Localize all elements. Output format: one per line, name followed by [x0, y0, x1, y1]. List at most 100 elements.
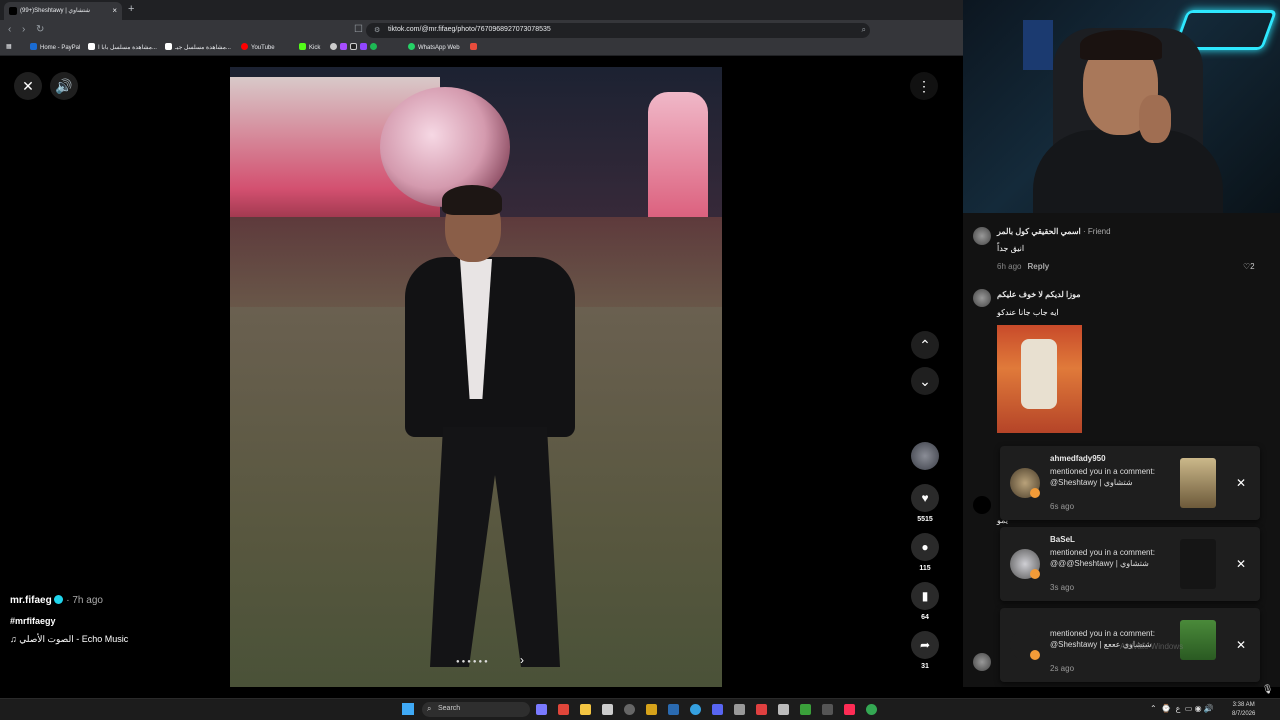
share-count: 31: [921, 663, 929, 670]
carousel-dots[interactable]: ●●●●●●: [456, 659, 490, 665]
bookmark-youtube[interactable]: YouTube: [241, 43, 275, 51]
comment-author[interactable]: اسمي الحقيقي كول بالمر · Friend: [997, 227, 1111, 236]
bookmark-kick[interactable]: Kick: [299, 43, 320, 51]
close-notification-icon[interactable]: ✕: [1236, 476, 1246, 490]
comment-avatar[interactable]: [973, 653, 991, 671]
app-icon[interactable]: [800, 704, 811, 715]
app-icon[interactable]: [822, 704, 833, 715]
bookmark-series-2[interactable]: مشاهدة مسلسل جيـ...: [165, 43, 231, 51]
comment-avatar[interactable]: [973, 227, 991, 245]
post-author[interactable]: mr.fifaeg · 7h ago: [10, 595, 103, 606]
taskbar-search[interactable]: ⌕ Search: [422, 702, 530, 717]
comment-meta: 6h ago Reply: [997, 262, 1049, 271]
bookmark-paypal[interactable]: Home - PayPal: [30, 43, 80, 51]
zoom-icon[interactable]: ⌕: [862, 25, 866, 35]
copilot-icon[interactable]: [536, 704, 547, 715]
app-icon[interactable]: [734, 704, 745, 715]
tiktok-badge-icon: [1030, 569, 1040, 579]
close-notification-icon[interactable]: ✕: [1236, 557, 1246, 571]
youtube-icon: [241, 43, 248, 50]
address-bar[interactable]: ⚙ tiktok.com/@mr.fifaeg/photo/7670968927…: [366, 23, 870, 38]
previous-post-icon[interactable]: ⌃: [911, 331, 939, 359]
tiktok-favicon-icon: [9, 7, 17, 15]
author-username[interactable]: mr.fifaeg: [10, 595, 52, 606]
bookmark-page-icon[interactable]: ☐: [354, 24, 363, 35]
notification-toast[interactable]: ahmedfady950 mentioned you in a comment:…: [1000, 446, 1260, 520]
next-post-icon[interactable]: ⌄: [911, 367, 939, 395]
file-explorer-icon[interactable]: [580, 704, 591, 715]
notification-thumbnail: [1180, 620, 1216, 660]
page-icon: [165, 43, 172, 50]
taskbar-clock[interactable]: 3:38 AM 8/7/2026: [1232, 701, 1255, 719]
comment-avatar[interactable]: [973, 289, 991, 307]
tab-title: (99+)Sheshtawy | شتشاوي: [20, 8, 91, 14]
site-info-icon[interactable]: ⚙: [374, 26, 380, 34]
clock-time: 3:38 AM: [1232, 702, 1255, 708]
comment-image[interactable]: [997, 325, 1082, 433]
post-hashtag[interactable]: #mrfifaegy: [10, 616, 56, 626]
post-music[interactable]: ♫ الصوت الأصلي - Echo Music: [10, 634, 128, 645]
page-icon: [88, 43, 95, 50]
windows-start-icon[interactable]: [402, 703, 414, 715]
apps-icon[interactable]: ▦: [6, 43, 12, 50]
close-notification-icon[interactable]: ✕: [1236, 638, 1246, 652]
save-count: 64: [921, 614, 929, 621]
reload-icon[interactable]: ↻: [36, 24, 44, 35]
discord-icon[interactable]: [712, 704, 723, 715]
author-avatar[interactable]: [911, 442, 939, 470]
save-action[interactable]: ▮ 64: [911, 582, 939, 621]
comment-action[interactable]: ● 115: [911, 533, 939, 572]
heart-icon[interactable]: ♥: [911, 484, 939, 512]
chrome-icon[interactable]: [866, 704, 877, 715]
new-tab-icon[interactable]: +: [128, 3, 134, 15]
comment-author[interactable]: موزا لديكم لا خوف عليكم: [997, 290, 1081, 299]
browser-tab[interactable]: (99+)Sheshtawy | شتشاوي ×: [4, 2, 122, 20]
comment-icon[interactable]: ●: [911, 533, 939, 561]
browser-toolbar: ‹ › ↻ ☐ ⚙ tiktok.com/@mr.fifaeg/photo/76…: [0, 20, 963, 54]
volume-icon[interactable]: 🔊: [50, 72, 78, 100]
clock-date: 8/7/2026: [1232, 711, 1256, 717]
notification-user: BaSeL: [1050, 535, 1075, 544]
streamer-hand: [1139, 95, 1171, 143]
close-viewer-icon[interactable]: ✕: [14, 72, 42, 100]
app-icon[interactable]: [756, 704, 767, 715]
spotify-icon: [370, 43, 377, 50]
discord-icon: [360, 43, 367, 50]
comment-avatar[interactable]: [973, 496, 991, 514]
forward-icon[interactable]: ›: [22, 24, 25, 35]
bookmark-whatsapp[interactable]: WhatsApp Web: [408, 43, 460, 51]
bookmark-icon[interactable]: ▮: [911, 582, 939, 610]
notification-thumbnail: [1180, 458, 1216, 508]
music-title[interactable]: الصوت الأصلي - Echo Music: [19, 634, 128, 644]
share-icon[interactable]: ➦: [911, 631, 939, 659]
microphone-icon[interactable]: 🎙: [1262, 684, 1273, 695]
streamer-webcam: [963, 0, 1280, 213]
comment-like[interactable]: ♡2: [1243, 262, 1255, 271]
notification-body: mentioned you in a comment: @@@Sheshtawy…: [1050, 548, 1155, 568]
bookmark-misc[interactable]: [470, 43, 480, 51]
app-icon[interactable]: [778, 704, 789, 715]
post-photo[interactable]: ●●●●●● ›: [230, 67, 722, 687]
bookmark-icon: [470, 43, 477, 50]
close-tab-icon[interactable]: ×: [112, 6, 117, 15]
next-photo-icon[interactable]: ›: [520, 653, 524, 667]
steam-icon[interactable]: [668, 704, 679, 715]
notification-toast[interactable]: BaSeL mentioned you in a comment: @@@She…: [1000, 527, 1260, 601]
store-icon[interactable]: [602, 704, 613, 715]
streamer-torso: [1033, 130, 1223, 213]
like-action[interactable]: ♥ 5515: [911, 484, 939, 523]
brave-icon[interactable]: [558, 704, 569, 715]
settings-icon[interactable]: [624, 704, 635, 715]
share-action[interactable]: ➦ 31: [911, 631, 939, 670]
language-indicator[interactable]: ع: [1176, 704, 1181, 713]
tiktok-icon[interactable]: [844, 704, 855, 715]
bookmark-series-1[interactable]: مشاهدة مسلسل بابا ا...: [88, 43, 157, 51]
notification-time: 2s ago: [1050, 664, 1075, 673]
reply-button[interactable]: Reply: [1027, 262, 1049, 271]
bookmark-misc-icons[interactable]: [330, 43, 380, 51]
edge-icon[interactable]: [690, 704, 701, 715]
more-options-icon[interactable]: ⋮: [910, 72, 938, 100]
app-icon[interactable]: [646, 704, 657, 715]
back-icon[interactable]: ‹: [8, 24, 11, 35]
system-tray[interactable]: ⌃ ⌚ ع ▭ ◉ 🔊: [1150, 704, 1214, 713]
